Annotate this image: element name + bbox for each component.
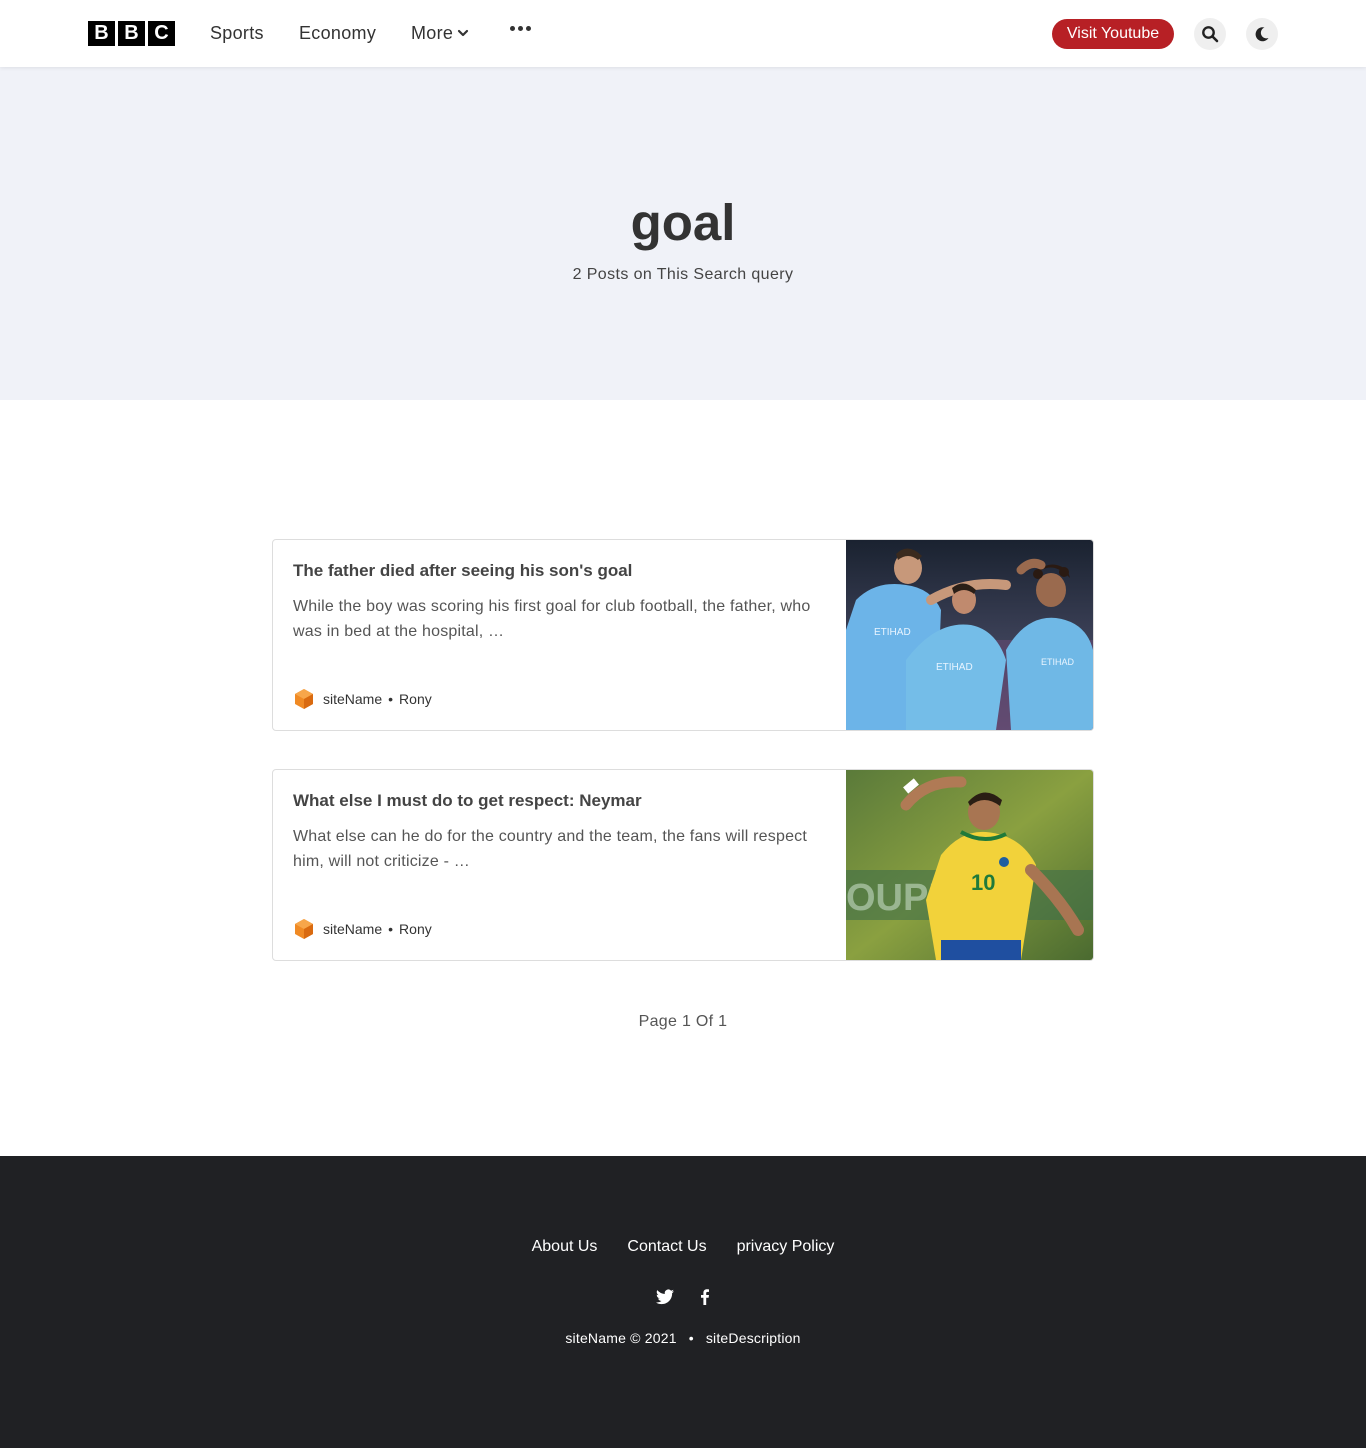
nav-more-dropdown[interactable]: More [411,22,469,44]
footer-contact-link[interactable]: Contact Us [627,1238,706,1256]
site-description: siteDescription [705,1330,801,1346]
svg-text:10: 10 [971,870,995,895]
search-button[interactable] [1194,18,1226,50]
social-links [0,1289,1366,1305]
site-cube-icon [295,919,313,939]
chevron-down-icon [458,29,469,37]
facebook-icon[interactable] [700,1289,710,1305]
post-card[interactable]: What else I must do to get respect: Neym… [272,769,1094,961]
svg-text:ETIHAD: ETIHAD [1041,657,1075,667]
site-cube-icon [295,689,313,709]
logo-letter: B [88,21,115,46]
post-title[interactable]: What else I must do to get respect: Neym… [293,790,642,812]
bbc-logo[interactable]: B B C [88,21,175,46]
search-hero: goal 2 Posts on This Search query [0,67,1366,400]
meta-separator: • [388,921,394,937]
post-site-name[interactable]: siteName [323,921,382,937]
post-author[interactable]: Rony [399,691,432,707]
twitter-icon[interactable] [656,1289,674,1305]
neymar-celebration-image: OUPMA 10 [846,770,1093,960]
footer-links: About Us Contact Us privacy Policy [0,1238,1366,1256]
post-title[interactable]: The father died after seeing his son's g… [293,560,632,582]
nav-sports-link[interactable]: Sports [210,22,264,44]
post-site-name[interactable]: siteName [323,691,382,707]
post-excerpt: What else can he do for the country and … [293,828,808,870]
search-result-count: 2 Posts on This Search query [572,266,794,283]
post-thumbnail[interactable]: OUPMA 10 [846,770,1093,960]
search-query-title: goal [630,194,736,251]
svg-text:ETIHAD: ETIHAD [936,662,973,673]
post-meta: siteName • Rony [293,688,432,710]
post-meta: siteName • Rony [293,918,432,940]
logo-letter: B [118,21,145,46]
post-thumbnail[interactable]: ETIHAD ETIHAD ETIHAD [846,540,1093,730]
nav-economy-link[interactable]: Economy [299,22,376,44]
meta-separator: • [388,691,394,707]
more-options-icon[interactable] [510,26,531,31]
footer-privacy-link[interactable]: privacy Policy [737,1238,835,1256]
visit-youtube-button[interactable]: Visit Youtube [1052,19,1174,49]
logo-letter: C [148,21,175,46]
pagination-label: Page 1 Of 1 [638,1013,728,1030]
site-footer: About Us Contact Us privacy Policy siteN… [0,1156,1366,1448]
copyright-line: siteName © 2021 • siteDescription [0,1330,1366,1346]
post-excerpt: While the boy was scoring his first goal… [293,598,811,640]
footer-about-link[interactable]: About Us [532,1238,598,1256]
football-celebration-image: ETIHAD ETIHAD ETIHAD [846,540,1093,730]
svg-text:ETIHAD: ETIHAD [874,627,911,638]
moon-icon [1255,27,1269,42]
post-author[interactable]: Rony [399,921,432,937]
search-icon [1202,26,1219,43]
copyright-text: siteName © 2021 [565,1330,677,1346]
site-header: B B C Sports Economy More Visit Youtube [0,0,1366,67]
nav-more-label: More [411,23,454,43]
post-card[interactable]: The father died after seeing his son's g… [272,539,1094,731]
copyright-bullet: • [688,1330,694,1346]
dark-mode-toggle[interactable] [1246,18,1278,50]
